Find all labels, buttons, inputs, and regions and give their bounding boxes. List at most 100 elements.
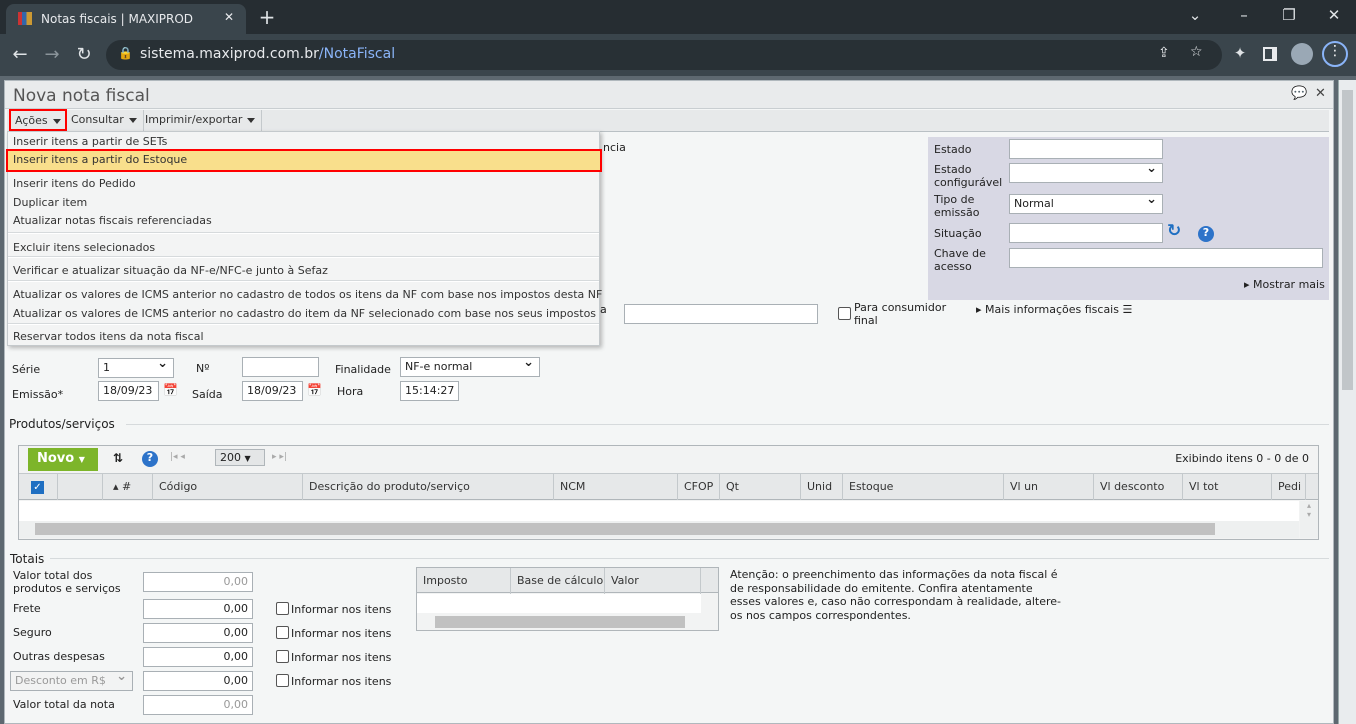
address-bar[interactable]: 🔒 sistema.maxiprod.com.br/NotaFiscal ⇪ ☆ [106,40,1222,70]
outras-informar-checkbox[interactable] [276,650,289,663]
emissao-input[interactable]: 18/09/23 [98,381,159,401]
chave-acesso-input[interactable] [1009,248,1323,268]
sync-icon[interactable]: ⇅ [113,451,123,465]
back-icon[interactable]: ← [8,44,32,65]
tab-title: Notas fiscais | MAXIPROD [41,12,194,26]
horizontal-scrollbar[interactable] [19,521,1299,538]
desconto-type-select[interactable]: Desconto em R$ [10,669,133,691]
next-page-icon[interactable]: ▸ ▸| [272,452,287,462]
page-size-select[interactable]: 200 ▼ [215,449,265,466]
consumidor-final-checkbox[interactable] [838,307,851,320]
menu-item-inserir-estoque[interactable]: Inserir itens a partir do Estoque [13,153,187,166]
restore-icon[interactable]: ❐ [1277,6,1301,24]
page-scrollbar[interactable] [1338,80,1356,724]
acoes-dropdown-menu: Inserir itens a partir de SETs Inserir i… [6,131,602,346]
column-vl-un[interactable]: Vl un [1004,474,1094,500]
tab-search-icon[interactable]: ⌄ [1183,6,1207,24]
reload-icon[interactable]: ↻ [72,44,96,65]
column-valor[interactable]: Valor [605,568,701,594]
estado-configuravel-select[interactable] [1009,161,1163,183]
hora-input[interactable]: 15:14:27 [400,381,459,401]
help-icon[interactable]: ? [1198,226,1214,242]
close-tab-icon[interactable]: ✕ [224,10,234,24]
window-title: Nova nota fiscal [5,81,1333,109]
column-number[interactable]: ▴ # [103,474,153,500]
menu-item-excluir[interactable]: Excluir itens selecionados [13,241,155,254]
frete-input[interactable]: 0,00 [143,599,253,619]
seguro-input[interactable]: 0,00 [143,623,253,643]
column-qt[interactable]: Qt [720,474,801,500]
column-vl-tot[interactable]: Vl tot [1183,474,1272,500]
column-cfop[interactable]: CFOP [678,474,720,500]
new-tab-icon[interactable]: + [255,5,279,29]
horizontal-scrollbar[interactable] [417,613,701,630]
desconto-input[interactable]: 0,00 [143,671,253,691]
menu-item-icms-selecionado[interactable]: Atualizar os valores de ICMS anterior no… [13,307,596,320]
column-codigo[interactable]: Código [153,474,303,500]
url-host: sistema.maxiprod.com.br [140,46,319,62]
menu-item-atualizar-referenciadas[interactable]: Atualizar notas fiscais referenciadas [13,214,212,227]
menu-item-inserir-sets[interactable]: Inserir itens a partir de SETs [13,135,167,148]
select-all-checkbox[interactable]: ✓ [19,474,58,500]
grid-body [19,501,1299,521]
minimize-icon[interactable]: – [1232,6,1256,24]
side-panel-icon[interactable] [1263,47,1277,61]
vertical-scrollbar[interactable]: ▴ ▾ [1300,501,1318,538]
finalidade-select[interactable]: NF-e normal [400,355,540,377]
column-vl-desconto[interactable]: Vl desconto [1094,474,1183,500]
partial-input[interactable] [624,304,818,324]
comment-icon[interactable]: 💬 [1291,86,1307,101]
browser-tab[interactable]: Notas fiscais | MAXIPROD ✕ [6,4,246,34]
help-icon[interactable]: ? [142,451,158,467]
column-base-calculo[interactable]: Base de cálculo [511,568,605,594]
close-window-icon[interactable]: ✕ [1322,6,1346,24]
avatar[interactable] [1291,43,1313,65]
situacao-input[interactable] [1009,223,1163,243]
extensions-icon[interactable]: ✦ [1228,44,1252,62]
serie-label: Série [12,363,41,376]
forward-icon[interactable]: → [40,44,64,65]
calendar-icon[interactable]: 📅 [307,383,322,397]
saida-input[interactable]: 18/09/23 [242,381,303,401]
estado-input[interactable] [1009,139,1163,159]
imprimir-menu-button[interactable]: Imprimir/exportar [139,110,263,131]
bookmark-star-icon[interactable]: ☆ [1190,44,1203,60]
partial-label: a [600,303,607,316]
column-imposto[interactable]: Imposto [417,568,511,594]
menu-item-verificar-sefaz[interactable]: Verificar e atualizar situação da NF-e/N… [13,264,328,277]
novo-button[interactable]: Novo ▼ [28,448,98,471]
mais-informacoes-link[interactable]: ▸ Mais informações fiscais ☰ [976,303,1132,316]
informar-label: Informar nos itens [291,675,392,688]
first-page-icon[interactable]: |◂ ◂ [170,452,185,462]
menu-item-duplicar[interactable]: Duplicar item [13,196,87,209]
seguro-informar-checkbox[interactable] [276,626,289,639]
column-descricao[interactable]: Descrição do produto/serviço [303,474,554,500]
lock-icon: 🔒 [118,46,133,60]
consultar-menu-button[interactable]: Consultar [65,110,144,131]
section-divider [50,558,1329,559]
calendar-icon[interactable]: 📅 [163,383,178,397]
seguro-label: Seguro [13,626,52,639]
valor-nota-input: 0,00 [143,695,253,715]
mostrar-mais-link[interactable]: ▸ Mostrar mais [1244,278,1325,291]
outras-despesas-input[interactable]: 0,00 [143,647,253,667]
acoes-menu-button[interactable]: Ações [9,109,67,131]
frete-informar-checkbox[interactable] [276,602,289,615]
menu-item-reservar[interactable]: Reservar todos itens da nota fiscal [13,330,204,343]
menu-item-inserir-pedido[interactable]: Inserir itens do Pedido [13,177,136,190]
column-ncm[interactable]: NCM [554,474,678,500]
column-estoque[interactable]: Estoque [843,474,1004,500]
close-icon[interactable]: ✕ [1315,86,1326,101]
tipo-emissao-select[interactable]: Normal [1009,192,1163,214]
refresh-icon[interactable]: ↻ [1167,221,1181,241]
desconto-informar-checkbox[interactable] [276,674,289,687]
share-icon[interactable]: ⇪ [1158,45,1170,61]
serie-select[interactable]: 1 [98,356,174,378]
menu-kebab-icon[interactable]: ⋮ [1322,41,1348,67]
column-pedido[interactable]: Pedi [1272,474,1306,500]
tipo-emissao-label: Tipo de emissão [934,193,980,219]
numero-input[interactable] [242,357,319,377]
saida-label: Saída [192,388,223,401]
column-unid[interactable]: Unid [801,474,843,500]
menu-item-icms-todos[interactable]: Atualizar os valores de ICMS anterior no… [13,288,602,301]
